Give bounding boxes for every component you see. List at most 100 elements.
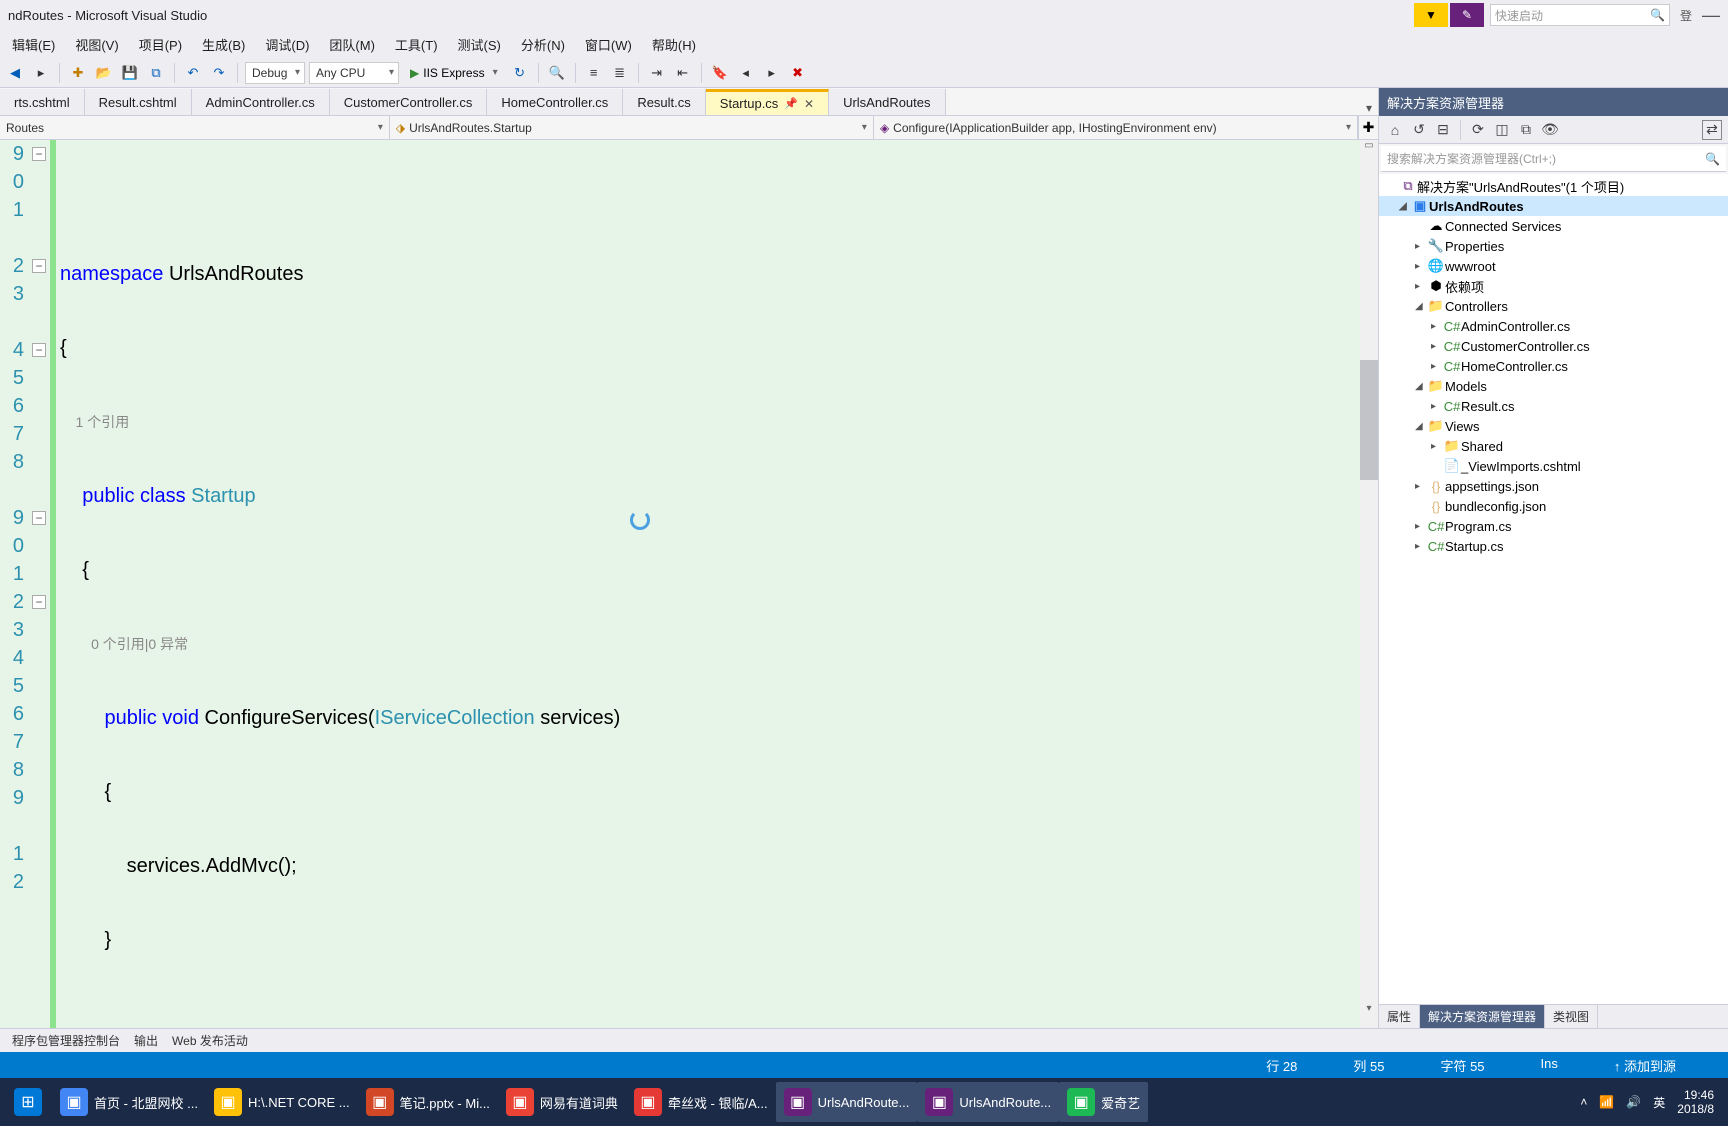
admin-controller-file[interactable]: ▸C#AdminController.cs: [1379, 316, 1728, 336]
collapse-icon[interactable]: ⊟: [1433, 120, 1453, 140]
quick-launch-input[interactable]: 快速启动 🔍: [1490, 4, 1670, 26]
solution-node[interactable]: ⧉解决方案"UrlsAndRoutes"(1 个项目): [1379, 176, 1728, 196]
class-view-tab[interactable]: 类视图: [1545, 1005, 1598, 1028]
view-switch-icon[interactable]: ⇄: [1702, 120, 1722, 140]
bookmark-next-icon[interactable]: ▸: [761, 62, 783, 84]
result-cs-file[interactable]: ▸C#Result.cs: [1379, 396, 1728, 416]
web-publish-tab[interactable]: Web 发布活动: [166, 1032, 254, 1049]
comment-icon[interactable]: ≡: [583, 62, 605, 84]
notification-flag-icon[interactable]: ▼: [1414, 3, 1448, 27]
browser-refresh-icon[interactable]: ↻: [509, 62, 531, 84]
start-button[interactable]: ⊞: [6, 1082, 50, 1122]
sign-in-button[interactable]: 登: [1680, 7, 1692, 24]
tab-startup-cs[interactable]: Startup.cs📌✕: [706, 89, 829, 115]
tab-rts-cshtml[interactable]: rts.cshtml: [0, 89, 85, 115]
save-all-icon[interactable]: ⧉: [145, 62, 167, 84]
connected-services-node[interactable]: ☁Connected Services: [1379, 216, 1728, 236]
menu-view[interactable]: 视图(V): [67, 31, 126, 58]
indent-icon[interactable]: ⇥: [646, 62, 668, 84]
new-project-icon[interactable]: ✚: [67, 62, 89, 84]
bundleconfig-file[interactable]: {}bundleconfig.json: [1379, 496, 1728, 516]
tray-network-icon[interactable]: 📶: [1599, 1095, 1614, 1109]
tab-result-cshtml[interactable]: Result.cshtml: [85, 89, 192, 115]
taskbar-item[interactable]: ▣首页 - 北盟网校 ...: [52, 1082, 206, 1122]
appsettings-file[interactable]: ▸{}appsettings.json: [1379, 476, 1728, 496]
config-dropdown[interactable]: Debug: [245, 62, 305, 84]
tab-result-cs[interactable]: Result.cs: [623, 89, 705, 115]
outdent-icon[interactable]: ⇤: [672, 62, 694, 84]
properties-tab[interactable]: 属性: [1379, 1005, 1420, 1028]
show-all-icon[interactable]: ◫: [1492, 120, 1512, 140]
menu-edit[interactable]: 辑辑(E): [4, 31, 63, 58]
tab-customer-controller[interactable]: CustomerController.cs: [330, 89, 488, 115]
menu-window[interactable]: 窗口(W): [577, 31, 640, 58]
home-icon[interactable]: ⌂: [1385, 120, 1405, 140]
dependencies-node[interactable]: ▸⬢依赖项: [1379, 276, 1728, 296]
menu-tools[interactable]: 工具(T): [387, 31, 446, 58]
wwwroot-node[interactable]: ▸🌐wwwroot: [1379, 256, 1728, 276]
pkg-console-tab[interactable]: 程序包管理器控制台: [6, 1032, 126, 1049]
nav-project-dropdown[interactable]: Routes▾: [0, 116, 390, 139]
nav-fwd-icon[interactable]: ▸: [30, 62, 52, 84]
nav-back-icon[interactable]: ◀: [4, 62, 26, 84]
tab-urls-and-routes[interactable]: UrlsAndRoutes: [829, 89, 945, 115]
close-tab-icon[interactable]: ✕: [804, 97, 814, 111]
shared-folder[interactable]: ▸📁Shared: [1379, 436, 1728, 456]
fold-icon[interactable]: −: [32, 511, 46, 525]
code-content[interactable]: namespace UrlsAndRoutes { 1 个引用 public c…: [56, 140, 1360, 1028]
save-icon[interactable]: 💾: [119, 62, 141, 84]
preview-icon[interactable]: 👁: [1540, 120, 1560, 140]
bookmark-clear-icon[interactable]: ✖: [787, 62, 809, 84]
platform-dropdown[interactable]: Any CPU: [309, 62, 399, 84]
menu-test[interactable]: 测试(S): [450, 31, 509, 58]
minimize-icon[interactable]: —: [1702, 5, 1720, 26]
find-icon[interactable]: 🔍: [546, 62, 568, 84]
solution-explorer-tab[interactable]: 解决方案资源管理器: [1420, 1005, 1545, 1028]
menu-build[interactable]: 生成(B): [194, 31, 253, 58]
views-folder[interactable]: ◢📁Views: [1379, 416, 1728, 436]
properties-node[interactable]: ▸🔧Properties: [1379, 236, 1728, 256]
split-editor-icon[interactable]: ✚: [1358, 116, 1378, 139]
startup-cs-file[interactable]: ▸C#Startup.cs: [1379, 536, 1728, 556]
open-file-icon[interactable]: 📂: [93, 62, 115, 84]
project-node[interactable]: ◢▣UrlsAndRoutes: [1379, 196, 1728, 216]
taskbar-item[interactable]: ▣爱奇艺: [1059, 1082, 1148, 1122]
properties-icon[interactable]: ⧉: [1516, 120, 1536, 140]
pin-icon[interactable]: 📌: [784, 97, 798, 110]
undo-icon[interactable]: ↶: [182, 62, 204, 84]
tray-ime[interactable]: 英: [1653, 1094, 1665, 1111]
tab-admin-controller[interactable]: AdminController.cs: [192, 89, 330, 115]
fold-icon[interactable]: −: [32, 343, 46, 357]
taskbar-item[interactable]: ▣UrlsAndRoute...: [917, 1082, 1059, 1122]
redo-icon[interactable]: ↷: [208, 62, 230, 84]
uncomment-icon[interactable]: ≣: [609, 62, 631, 84]
sync-icon[interactable]: ↺: [1409, 120, 1429, 140]
taskbar-item[interactable]: ▣笔记.pptx - Mi...: [358, 1082, 498, 1122]
taskbar-item[interactable]: ▣牵丝戏 - 银临/A...: [626, 1082, 776, 1122]
viewimports-file[interactable]: 📄_ViewImports.cshtml: [1379, 456, 1728, 476]
fold-icon[interactable]: −: [32, 259, 46, 273]
tray-clock[interactable]: 19:462018/8: [1677, 1088, 1714, 1116]
nav-member-dropdown[interactable]: ◈Configure(IApplicationBuilder app, IHos…: [874, 116, 1358, 139]
vertical-scrollbar[interactable]: ▭ ▾: [1360, 140, 1378, 1028]
code-editor[interactable]: 90123456789012345678912 − − − − − namesp…: [0, 140, 1378, 1028]
solution-search-input[interactable]: 搜索解决方案资源管理器(Ctrl+;) 🔍: [1381, 146, 1726, 172]
tray-chevron-icon[interactable]: ˄: [1580, 1095, 1587, 1109]
menu-team[interactable]: 团队(M): [321, 31, 383, 58]
tab-home-controller[interactable]: HomeController.cs: [487, 89, 623, 115]
program-cs-file[interactable]: ▸C#Program.cs: [1379, 516, 1728, 536]
status-source[interactable]: ↑ 添加到源: [1614, 1056, 1676, 1075]
customer-controller-file[interactable]: ▸C#CustomerController.cs: [1379, 336, 1728, 356]
split-handle-icon[interactable]: ▭: [1360, 140, 1378, 156]
taskbar-item[interactable]: ▣网易有道词典: [498, 1082, 626, 1122]
refresh-icon[interactable]: ⟳: [1468, 120, 1488, 140]
menu-debug[interactable]: 调试(D): [257, 31, 317, 58]
bookmark-prev-icon[interactable]: ◂: [735, 62, 757, 84]
controllers-folder[interactable]: ◢📁Controllers: [1379, 296, 1728, 316]
tab-overflow-icon[interactable]: ▾: [1366, 101, 1372, 115]
tray-volume-icon[interactable]: 🔊: [1626, 1095, 1641, 1109]
menu-project[interactable]: 项目(P): [131, 31, 190, 58]
nav-class-dropdown[interactable]: ⬗UrlsAndRoutes.Startup▾: [390, 116, 874, 139]
menu-help[interactable]: 帮助(H): [644, 31, 704, 58]
taskbar-item[interactable]: ▣H:\.NET CORE ...: [206, 1082, 358, 1122]
